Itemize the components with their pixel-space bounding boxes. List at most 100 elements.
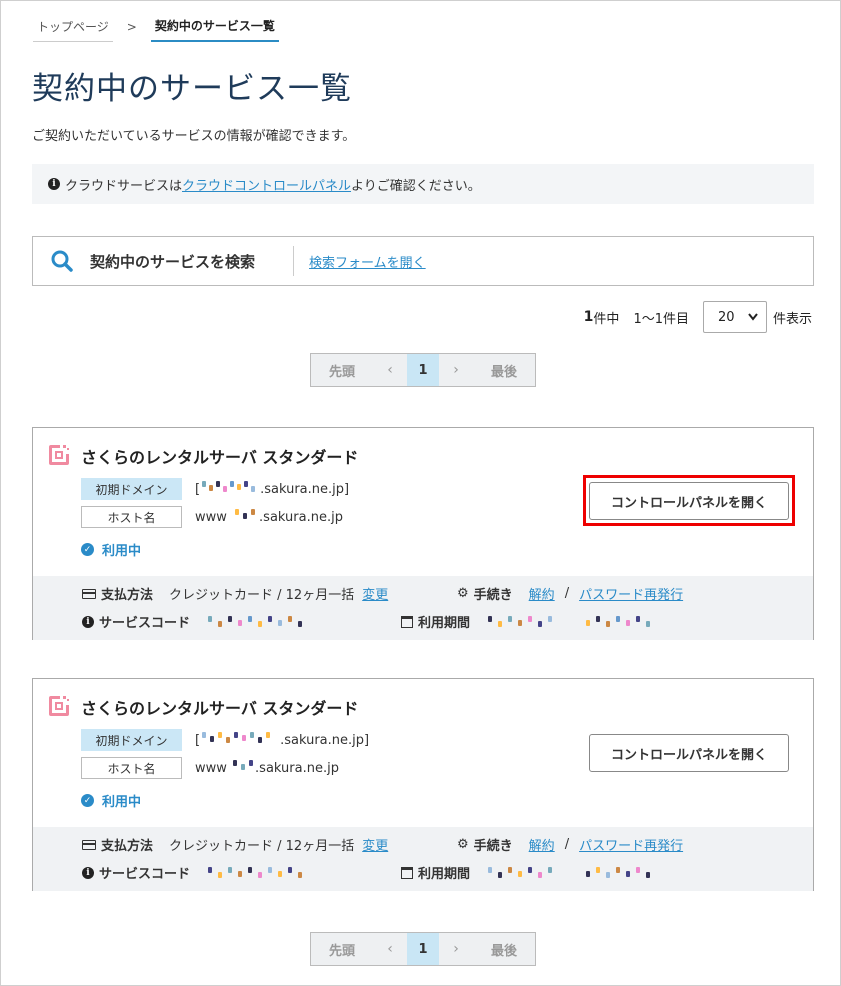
password-reissue-link[interactable]: パスワード再発行 — [579, 835, 683, 854]
initial-domain-label: 初期ドメイン — [81, 729, 182, 751]
service-status: ✓ 利用中 — [81, 791, 141, 810]
result-count-suffix: 件中 — [593, 311, 620, 327]
service-footer: 支払方法 クレジットカード / 12ヶ月一括 変更 ⚙ 手続き 解約 / パスワ… — [33, 576, 813, 640]
host-prefix: www — [195, 761, 227, 776]
host-name-label: ホスト名 — [81, 506, 182, 528]
pagination-bottom: 先頭 ‹ 1 › 最後 — [310, 932, 536, 966]
service-code-label: サービスコード — [99, 616, 191, 631]
payment-change-link[interactable]: 変更 — [362, 835, 388, 854]
open-control-panel-button[interactable]: コントロールパネルを開く — [589, 482, 789, 520]
check-circle-icon: ✓ — [81, 543, 94, 556]
initial-domain-value: [ .sakura.ne.jp] — [195, 732, 369, 748]
procedure-row: ⚙ 手続き 解約 / パスワード再発行 — [457, 835, 683, 854]
service-status: ✓ 利用中 — [81, 540, 141, 559]
pager-next-button[interactable]: › — [439, 354, 473, 386]
check-circle-icon: ✓ — [81, 794, 94, 807]
pager-current-page[interactable]: 1 — [407, 354, 439, 386]
service-card: さくらのレンタルサーバ スタンダード 初期ドメイン [ .sakura.ne.j… — [32, 678, 814, 891]
page-frame: トップページ > 契約中のサービス一覧 契約中のサービス一覧 ご契約いただいてい… — [0, 0, 841, 986]
calendar-icon — [401, 866, 413, 879]
payment-change-link[interactable]: 変更 — [362, 584, 388, 603]
payment-label: 支払方法 — [101, 839, 154, 854]
masked-text — [206, 615, 310, 628]
domain-suffix: .sakura.ne.jp] — [280, 733, 370, 748]
host-name-value: www .sakura.ne.jp — [195, 509, 343, 525]
breadcrumb-separator: > — [126, 19, 137, 34]
breadcrumb: トップページ > 契約中のサービス一覧 — [33, 11, 279, 42]
procedure-row: ⚙ 手続き 解約 / パスワード再発行 — [457, 584, 683, 603]
host-suffix: .sakura.ne.jp — [255, 761, 339, 776]
masked-text — [206, 866, 310, 879]
masked-text — [231, 760, 255, 772]
per-page-select[interactable]: 20 — [702, 301, 767, 333]
masked-text — [200, 732, 280, 744]
cancel-link[interactable]: 解約 — [529, 835, 555, 854]
masked-text — [486, 866, 666, 879]
procedure-label: 手続き — [473, 588, 513, 603]
pager-last-button[interactable]: 最後 — [473, 933, 535, 965]
gear-icon: ⚙ — [457, 586, 469, 601]
gear-icon: ⚙ — [457, 837, 469, 852]
status-text: 利用中 — [102, 795, 142, 810]
calendar-icon — [401, 615, 413, 628]
usage-period-row: 利用期間 — [401, 612, 666, 631]
masked-text — [486, 615, 666, 628]
service-title: さくらのレンタルサーバ スタンダード — [81, 699, 359, 718]
search-icon — [50, 249, 74, 273]
info-icon: i — [48, 178, 60, 190]
procedure-label: 手続き — [473, 839, 513, 854]
payment-row: 支払方法 クレジットカード / 12ヶ月一括 変更 — [82, 835, 388, 854]
pager-next-button[interactable]: › — [439, 933, 473, 965]
pager-prev-button[interactable]: ‹ — [373, 354, 407, 386]
link-separator: / — [564, 837, 570, 852]
pagination-top: 先頭 ‹ 1 › 最後 — [310, 353, 536, 387]
initial-domain-label: 初期ドメイン — [81, 478, 182, 500]
sakura-logo-icon — [46, 693, 72, 719]
pager-last-button[interactable]: 最後 — [473, 354, 535, 386]
payment-value: クレジットカード / 12ヶ月一括 — [169, 588, 355, 603]
notice-text-before: クラウドサービスは — [65, 178, 183, 194]
pager-prev-button[interactable]: ‹ — [373, 933, 407, 965]
result-count: 1 — [583, 309, 594, 325]
host-prefix: www — [195, 510, 227, 525]
payment-value: クレジットカード / 12ヶ月一括 — [169, 839, 355, 854]
open-search-form-link[interactable]: 検索フォームを開く — [309, 252, 426, 271]
initial-domain-value: [ .sakura.ne.jp] — [195, 481, 349, 497]
chevron-down-icon — [748, 310, 758, 325]
service-code-row: i サービスコード — [82, 863, 310, 882]
pager-first-button[interactable]: 先頭 — [311, 933, 373, 965]
info-icon: i — [82, 866, 94, 879]
host-name-label: ホスト名 — [81, 757, 182, 779]
pager-current-page[interactable]: 1 — [407, 933, 439, 965]
page-title: 契約中のサービス一覧 — [32, 71, 352, 107]
payment-label: 支払方法 — [101, 588, 154, 603]
credit-card-icon — [82, 839, 96, 850]
open-control-panel-button[interactable]: コントロールパネルを開く — [589, 734, 789, 772]
service-card: さくらのレンタルサーバ スタンダード 初期ドメイン [ .sakura.ne.j… — [32, 427, 814, 640]
payment-row: 支払方法 クレジットカード / 12ヶ月一括 変更 — [82, 584, 388, 603]
cancel-link[interactable]: 解約 — [529, 584, 555, 603]
per-page-label: 件表示 — [772, 311, 812, 327]
page-description: ご契約いただいているサービスの情報が確認できます。 — [32, 129, 356, 144]
masked-text — [231, 509, 259, 521]
service-code-label: サービスコード — [99, 867, 191, 882]
service-title: さくらのレンタルサーバ スタンダード — [81, 448, 359, 467]
password-reissue-link[interactable]: パスワード再発行 — [579, 584, 683, 603]
search-divider — [293, 246, 295, 276]
breadcrumb-current: 契約中のサービス一覧 — [150, 11, 279, 42]
host-name-value: www .sakura.ne.jp — [195, 760, 339, 776]
masked-text — [200, 481, 260, 493]
host-suffix: .sakura.ne.jp — [259, 510, 343, 525]
credit-card-icon — [82, 588, 96, 599]
sakura-logo-icon — [46, 442, 72, 468]
link-separator: / — [564, 586, 570, 601]
service-footer: 支払方法 クレジットカード / 12ヶ月一括 変更 ⚙ 手続き 解約 / パスワ… — [33, 827, 813, 891]
breadcrumb-home[interactable]: トップページ — [33, 12, 113, 42]
cloud-control-panel-link[interactable]: クラウドコントロールパネル — [182, 175, 351, 194]
usage-period-label: 利用期間 — [418, 867, 471, 882]
pager-first-button[interactable]: 先頭 — [311, 354, 373, 386]
cloud-notice: i クラウドサービスは クラウドコントロールパネル よりご確認ください。 — [32, 164, 814, 204]
domain-suffix: .sakura.ne.jp] — [260, 482, 350, 497]
usage-period-label: 利用期間 — [418, 616, 471, 631]
notice-text-after: よりご確認ください。 — [351, 178, 481, 194]
